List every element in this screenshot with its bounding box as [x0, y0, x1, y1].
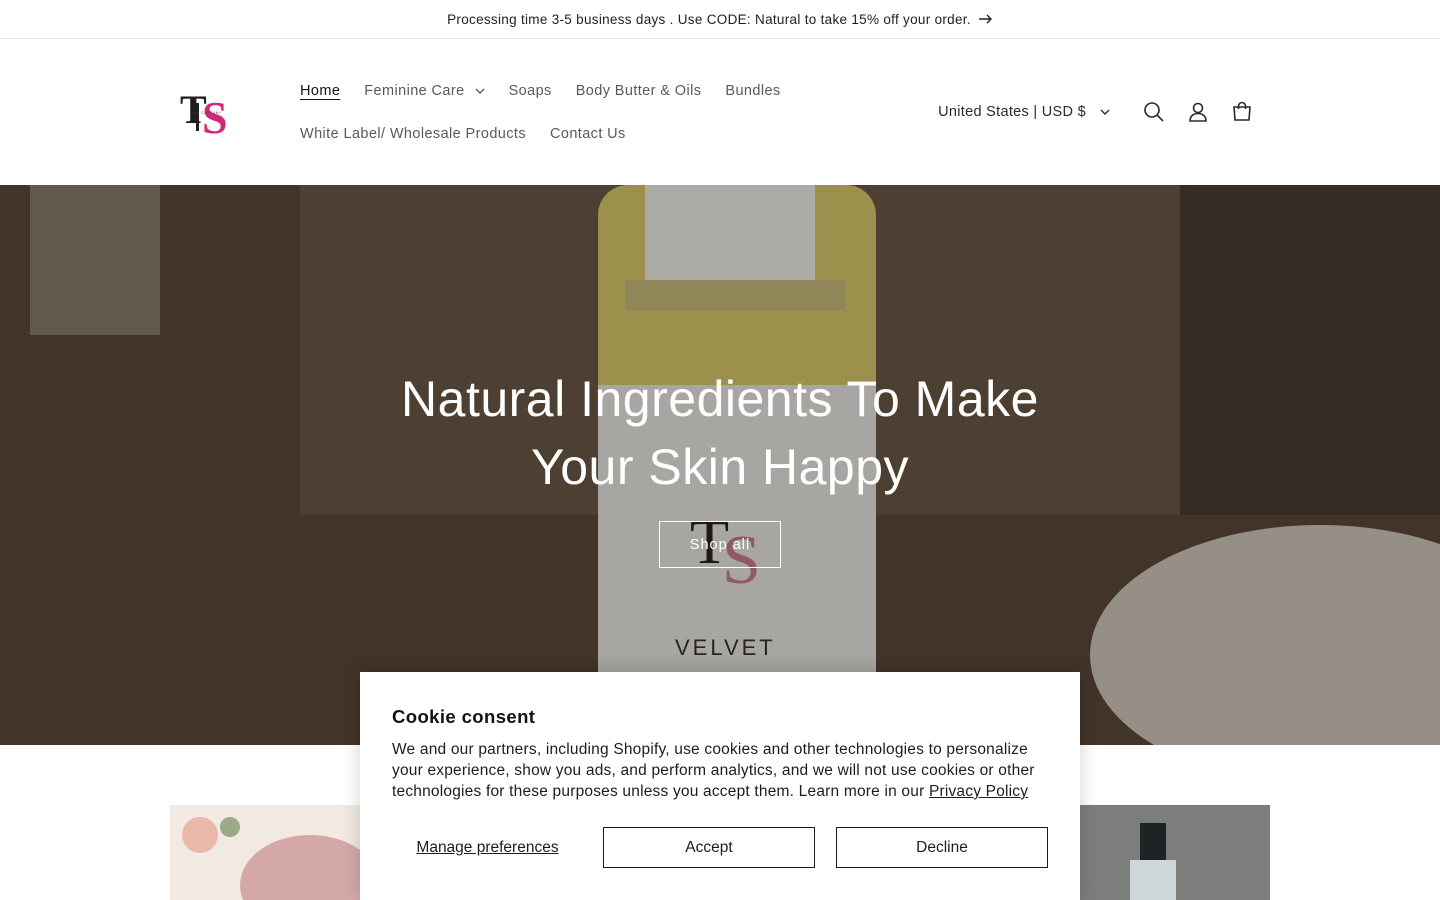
nav-feminine-care[interactable]: Feminine Care	[364, 83, 485, 99]
site-header: T S SKIN COMPANY Home Feminine Care Soap…	[0, 39, 1440, 185]
search-button[interactable]	[1132, 90, 1176, 134]
cookie-text: We and our partners, including Shopify, …	[392, 739, 1048, 802]
privacy-policy-link[interactable]: Privacy Policy	[929, 783, 1028, 800]
nav-body-butter-oils[interactable]: Body Butter & Oils	[576, 83, 702, 99]
manage-preferences-link[interactable]: Manage preferences	[392, 839, 583, 857]
main-nav-row-1: Home Feminine Care Soaps Body Butter & O…	[300, 79, 805, 103]
decline-button[interactable]: Decline	[836, 827, 1048, 868]
header-actions: United States | USD $	[938, 99, 1264, 125]
account-icon	[1189, 102, 1207, 122]
shop-all-button[interactable]: Shop all	[659, 521, 781, 568]
nav-bundles[interactable]: Bundles	[725, 83, 780, 99]
cookie-title: Cookie consent	[392, 706, 536, 727]
svg-text:SKIN COMPANY: SKIN COMPANY	[190, 111, 222, 115]
announcement-text: Processing time 3-5 business days . Use …	[447, 11, 971, 27]
announcement-bar: Processing time 3-5 business days . Use …	[0, 0, 1440, 39]
hero-title: Natural Ingredients To Make Your Skin Ha…	[401, 371, 1039, 495]
country-selector[interactable]: United States | USD $	[938, 104, 1110, 120]
announcement-link[interactable]: Processing time 3-5 business days . Use …	[447, 12, 993, 27]
cookie-actions: Manage preferences Accept Decline	[392, 827, 1048, 868]
brand-logo[interactable]: T S SKIN COMPANY	[178, 83, 246, 143]
arrow-right-icon	[978, 14, 992, 24]
nav-contact-us[interactable]: Contact Us	[550, 126, 626, 142]
chevron-down-icon	[475, 88, 485, 94]
account-button[interactable]	[1176, 90, 1220, 134]
cart-icon	[1233, 101, 1251, 121]
accept-button[interactable]: Accept	[603, 827, 815, 868]
chevron-down-icon	[1100, 109, 1110, 115]
cookie-consent-dialog: Cookie consent We and our partners, incl…	[360, 672, 1080, 900]
product-image-left[interactable]	[170, 805, 360, 900]
hero-banner: T S VELVET Natural Ingredients To Make Y…	[0, 185, 1440, 745]
country-selector-label: United States | USD $	[938, 104, 1086, 120]
nav-feminine-care-label: Feminine Care	[364, 83, 465, 99]
product-image-right[interactable]	[1080, 805, 1270, 900]
nav-home[interactable]: Home	[300, 83, 340, 99]
nav-white-label[interactable]: White Label/ Wholesale Products	[300, 126, 526, 142]
nav-soaps[interactable]: Soaps	[509, 83, 552, 99]
main-nav-row-2: White Label/ Wholesale Products Contact …	[300, 122, 650, 146]
hero-content: Natural Ingredients To Make Your Skin Ha…	[0, 365, 1440, 568]
svg-text:S: S	[202, 92, 228, 141]
cart-button[interactable]	[1220, 90, 1264, 134]
search-icon	[1144, 102, 1164, 122]
